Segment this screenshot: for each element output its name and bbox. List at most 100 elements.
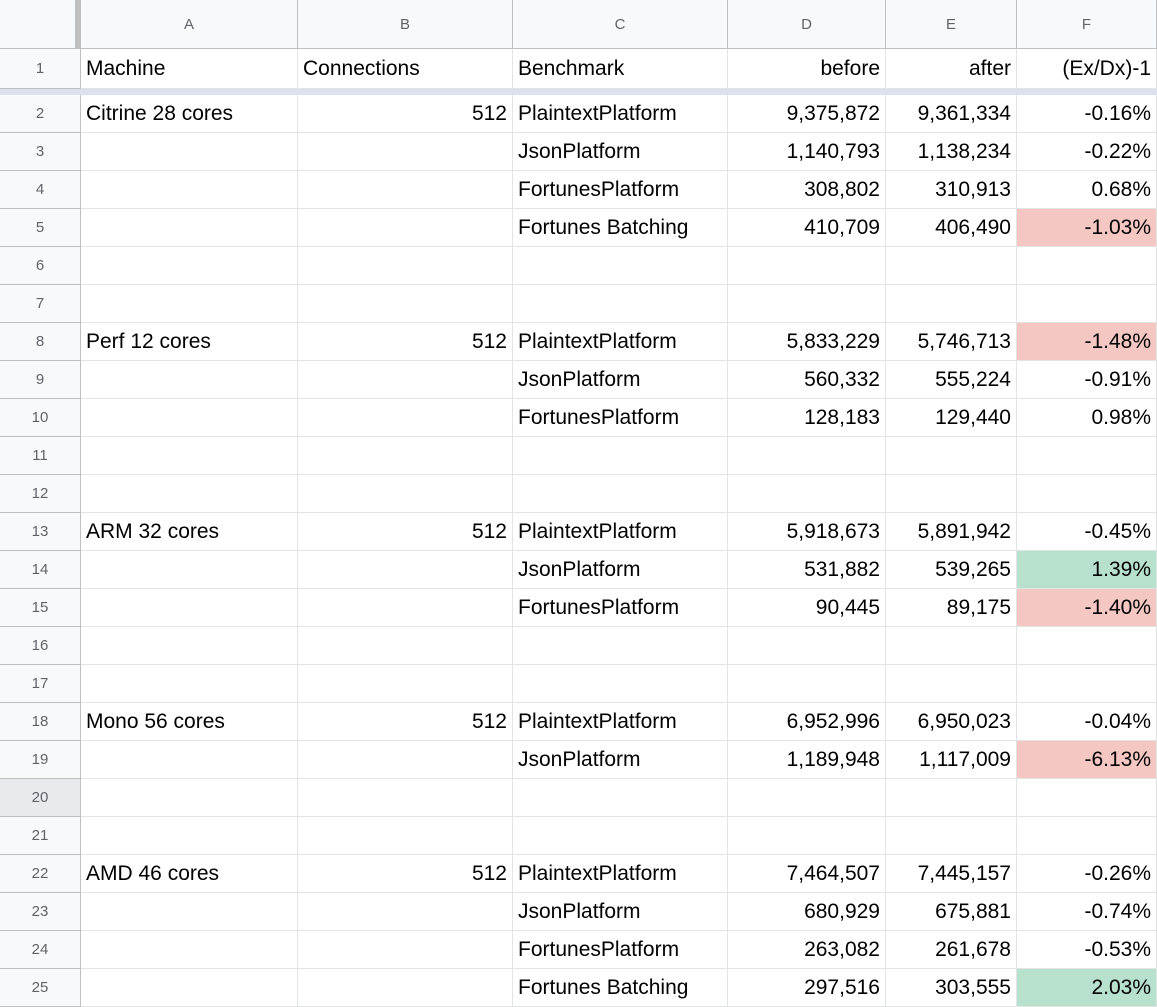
cell-before[interactable]: 128,183	[728, 399, 886, 437]
cell-connections[interactable]	[298, 627, 513, 665]
cell-after[interactable]	[886, 779, 1017, 817]
row-header[interactable]: 14	[0, 551, 81, 589]
cell-before[interactable]: 7,464,507	[728, 855, 886, 893]
cell-benchmark[interactable]: Fortunes Batching	[513, 209, 728, 247]
cell-before[interactable]: 308,802	[728, 171, 886, 209]
cell-connections[interactable]	[298, 361, 513, 399]
cell-benchmark[interactable]: JsonPlatform	[513, 133, 728, 171]
cell-connections[interactable]	[298, 969, 513, 1007]
cell-before[interactable]: 1,140,793	[728, 133, 886, 171]
cell-before[interactable]: 410,709	[728, 209, 886, 247]
row-header[interactable]: 24	[0, 931, 81, 969]
cell-benchmark[interactable]	[513, 437, 728, 475]
cell-before[interactable]	[728, 437, 886, 475]
header-cell-after[interactable]: after	[886, 49, 1017, 89]
row-header[interactable]: 7	[0, 285, 81, 323]
cell-before[interactable]: 6,952,996	[728, 703, 886, 741]
cell-before[interactable]	[728, 779, 886, 817]
cell-after[interactable]: 129,440	[886, 399, 1017, 437]
cell-before[interactable]	[728, 285, 886, 323]
cell-benchmark[interactable]	[513, 285, 728, 323]
cell-connections[interactable]	[298, 399, 513, 437]
cell-machine[interactable]	[81, 627, 298, 665]
column-header-b[interactable]: B	[298, 0, 513, 49]
cell-machine[interactable]	[81, 589, 298, 627]
cell-benchmark[interactable]	[513, 247, 728, 285]
cell-after[interactable]	[886, 285, 1017, 323]
cell-after[interactable]: 9,361,334	[886, 95, 1017, 133]
header-cell-connections[interactable]: Connections	[298, 49, 513, 89]
cell-after[interactable]	[886, 817, 1017, 855]
cell-benchmark[interactable]: FortunesPlatform	[513, 931, 728, 969]
cell-machine[interactable]	[81, 171, 298, 209]
cell-delta[interactable]: -0.04%	[1017, 703, 1157, 741]
cell-benchmark[interactable]: PlaintextPlatform	[513, 323, 728, 361]
cell-benchmark[interactable]: JsonPlatform	[513, 893, 728, 931]
cell-before[interactable]: 5,833,229	[728, 323, 886, 361]
column-header-c[interactable]: C	[513, 0, 728, 49]
cell-before[interactable]	[728, 627, 886, 665]
select-all-corner[interactable]	[0, 0, 76, 49]
cell-benchmark[interactable]: JsonPlatform	[513, 361, 728, 399]
cell-connections[interactable]	[298, 437, 513, 475]
cell-connections[interactable]	[298, 209, 513, 247]
cell-after[interactable]: 310,913	[886, 171, 1017, 209]
cell-after[interactable]: 555,224	[886, 361, 1017, 399]
cell-after[interactable]	[886, 475, 1017, 513]
cell-after[interactable]: 261,678	[886, 931, 1017, 969]
cell-delta[interactable]: -0.53%	[1017, 931, 1157, 969]
cell-after[interactable]: 6,950,023	[886, 703, 1017, 741]
row-header[interactable]: 13	[0, 513, 81, 551]
cell-machine[interactable]: AMD 46 cores	[81, 855, 298, 893]
cell-machine[interactable]: ARM 32 cores	[81, 513, 298, 551]
cell-benchmark[interactable]: JsonPlatform	[513, 741, 728, 779]
cell-before[interactable]: 9,375,872	[728, 95, 886, 133]
header-cell-before[interactable]: before	[728, 49, 886, 89]
cell-machine[interactable]	[81, 551, 298, 589]
cell-delta[interactable]: 2.03%	[1017, 969, 1157, 1007]
row-header[interactable]: 25	[0, 969, 81, 1007]
row-header[interactable]: 12	[0, 475, 81, 513]
column-header-d[interactable]: D	[728, 0, 886, 49]
cell-delta[interactable]: -0.45%	[1017, 513, 1157, 551]
cell-delta[interactable]: 1.39%	[1017, 551, 1157, 589]
cell-delta[interactable]: -1.03%	[1017, 209, 1157, 247]
header-cell-machine[interactable]: Machine	[81, 49, 298, 89]
cell-after[interactable]	[886, 247, 1017, 285]
cell-before[interactable]	[728, 817, 886, 855]
cell-benchmark[interactable]: PlaintextPlatform	[513, 513, 728, 551]
cell-benchmark[interactable]: FortunesPlatform	[513, 399, 728, 437]
cell-after[interactable]	[886, 437, 1017, 475]
row-header[interactable]: 11	[0, 437, 81, 475]
cell-connections[interactable]	[298, 589, 513, 627]
row-header[interactable]: 19	[0, 741, 81, 779]
cell-delta[interactable]: -1.40%	[1017, 589, 1157, 627]
cell-machine[interactable]	[81, 779, 298, 817]
row-header[interactable]: 10	[0, 399, 81, 437]
cell-connections[interactable]	[298, 133, 513, 171]
cell-delta[interactable]: 0.68%	[1017, 171, 1157, 209]
row-header[interactable]: 1	[0, 49, 81, 89]
cell-after[interactable]: 7,445,157	[886, 855, 1017, 893]
cell-connections[interactable]	[298, 893, 513, 931]
row-header[interactable]: 22	[0, 855, 81, 893]
cell-before[interactable]	[728, 665, 886, 703]
cell-after[interactable]: 1,138,234	[886, 133, 1017, 171]
cell-delta[interactable]	[1017, 817, 1157, 855]
cell-connections[interactable]	[298, 285, 513, 323]
row-header[interactable]: 15	[0, 589, 81, 627]
cell-machine[interactable]: Mono 56 cores	[81, 703, 298, 741]
row-header[interactable]: 20	[0, 779, 81, 817]
row-header[interactable]: 23	[0, 893, 81, 931]
row-header[interactable]: 3	[0, 133, 81, 171]
cell-connections[interactable]	[298, 247, 513, 285]
cell-delta[interactable]: -0.16%	[1017, 95, 1157, 133]
cell-after[interactable]: 5,891,942	[886, 513, 1017, 551]
cell-before[interactable]: 680,929	[728, 893, 886, 931]
cell-after[interactable]: 1,117,009	[886, 741, 1017, 779]
row-header[interactable]: 6	[0, 247, 81, 285]
cell-benchmark[interactable]	[513, 779, 728, 817]
cell-machine[interactable]: Perf 12 cores	[81, 323, 298, 361]
cell-machine[interactable]	[81, 285, 298, 323]
cell-connections[interactable]	[298, 475, 513, 513]
